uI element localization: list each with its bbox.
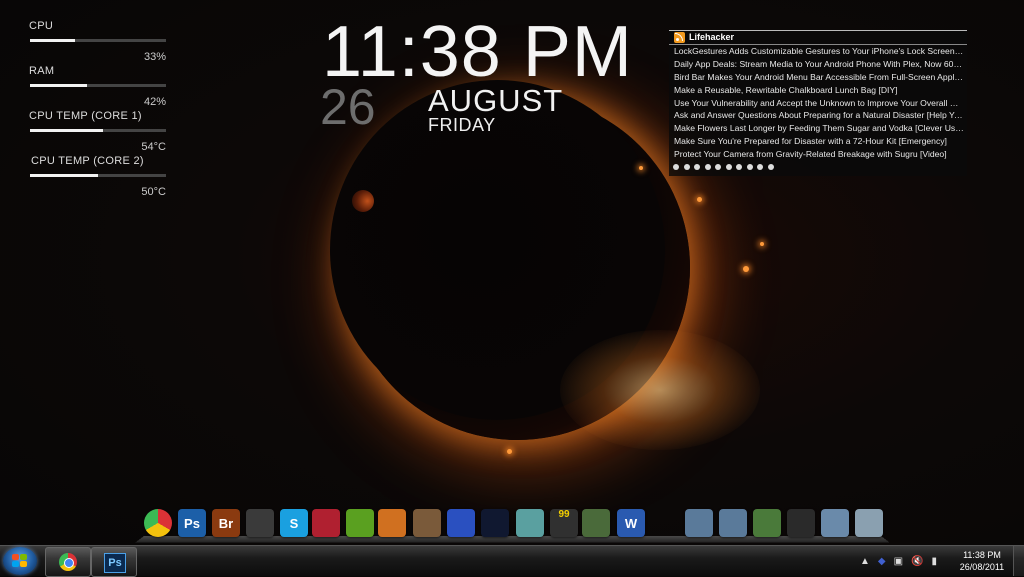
rss-item[interactable]: Make Sure You're Prepared for Disaster w… bbox=[674, 135, 964, 148]
windows-logo-icon bbox=[12, 554, 28, 568]
meter-label: CPU TEMP (CORE 1) bbox=[29, 110, 142, 122]
rss-item[interactable]: Protect Your Camera from Gravity-Related… bbox=[674, 148, 964, 161]
page-dot[interactable] bbox=[704, 164, 711, 170]
rss-item[interactable]: Make Flowers Last Longer by Feeding Them… bbox=[674, 122, 964, 135]
chrome-icon bbox=[59, 553, 77, 571]
show-hidden-icons-icon[interactable]: ▲ bbox=[860, 556, 870, 567]
wallpaper-flare bbox=[560, 330, 760, 450]
meter-value: 54°C bbox=[141, 141, 166, 153]
rss-feed-gadget[interactable]: Lifehacker LockGestures Adds Customizabl… bbox=[669, 30, 967, 176]
steam-icon[interactable] bbox=[246, 509, 274, 537]
window-icon[interactable] bbox=[516, 509, 544, 537]
system-tray: ▲ ◆ ▣ 🔇 ▮ bbox=[860, 552, 937, 570]
system-monitor-gadget[interactable]: CPU 33% RAM 42% CPU TEMP (CORE 1) 54°C C… bbox=[28, 20, 170, 200]
start-button[interactable] bbox=[3, 547, 37, 575]
monitor-icon[interactable] bbox=[582, 509, 610, 537]
cyberlink-icon[interactable] bbox=[312, 509, 340, 537]
photoshop-icon: Ps bbox=[104, 553, 126, 573]
network-icon[interactable]: ▮ bbox=[932, 556, 938, 567]
folder-files-icon[interactable] bbox=[821, 509, 849, 537]
chrome-icon[interactable] bbox=[144, 509, 172, 537]
wallpaper-moon bbox=[352, 190, 374, 212]
cpu-temp-core2-meter: CPU TEMP (CORE 2) 50°C bbox=[28, 155, 170, 200]
volume-muted-icon[interactable]: 🔇 bbox=[911, 556, 923, 567]
taskbar-clock[interactable]: 11:38 PM 26/08/2011 bbox=[956, 549, 1008, 573]
cpu-temp-core1-meter: CPU TEMP (CORE 1) 54°C bbox=[28, 110, 170, 155]
meter-track bbox=[30, 129, 166, 132]
rss-item[interactable]: Make a Reusable, Rewritable Chalkboard L… bbox=[674, 84, 964, 97]
playstation-icon[interactable] bbox=[481, 509, 509, 537]
photoshop-icon[interactable]: Ps bbox=[178, 509, 206, 537]
meter-track bbox=[30, 39, 166, 42]
rss-header: Lifehacker bbox=[669, 30, 967, 45]
application-dock: Ps Br S 99 W bbox=[135, 505, 890, 543]
meter-label: CPU TEMP (CORE 2) bbox=[31, 155, 144, 167]
bridge-icon[interactable]: Br bbox=[212, 509, 240, 537]
meter-value: 33% bbox=[143, 51, 166, 63]
page-dot[interactable] bbox=[715, 164, 721, 170]
taskbar-chrome-button[interactable] bbox=[45, 547, 91, 577]
rss-item[interactable]: Bird Bar Makes Your Android Menu Bar Acc… bbox=[674, 71, 964, 84]
meter-track bbox=[30, 174, 166, 177]
clock-day-number: 26 bbox=[320, 79, 376, 135]
tray-app-icon[interactable]: ◆ bbox=[878, 556, 886, 567]
taskbar: Ps ▲ ◆ ▣ 🔇 ▮ 11:38 PM 26/08/2011 bbox=[0, 545, 1024, 577]
folder-docs-icon[interactable] bbox=[719, 509, 747, 537]
recycle-bin-icon[interactable] bbox=[855, 509, 883, 537]
monitor-99-icon[interactable]: 99 bbox=[550, 509, 578, 537]
cpu-meter: CPU 33% bbox=[28, 20, 170, 65]
wallpaper-spark bbox=[743, 266, 749, 272]
ram-meter: RAM 42% bbox=[28, 65, 170, 110]
meter-fill bbox=[30, 174, 98, 177]
page-dot[interactable] bbox=[673, 164, 679, 170]
folder-games-icon[interactable] bbox=[753, 509, 781, 537]
page-dot[interactable] bbox=[725, 164, 732, 170]
wallpaper-spark bbox=[760, 242, 764, 246]
show-desktop-button[interactable] bbox=[1013, 546, 1024, 576]
page-dot[interactable] bbox=[757, 164, 763, 170]
rss-item[interactable]: Use Your Vulnerability and Accept the Un… bbox=[674, 97, 964, 110]
game-icon[interactable] bbox=[413, 509, 441, 537]
gamepad-icon[interactable] bbox=[787, 509, 815, 537]
meter-fill bbox=[30, 129, 104, 132]
clock-month: AUGUST bbox=[428, 83, 564, 118]
media-player-icon[interactable] bbox=[378, 509, 406, 537]
spotify-icon[interactable] bbox=[346, 509, 374, 537]
wallpaper-spark bbox=[507, 449, 512, 454]
clock-weekday: FRIDAY bbox=[428, 115, 496, 135]
rss-item-list: LockGestures Adds Customizable Gestures … bbox=[674, 45, 964, 161]
app-blue-icon[interactable] bbox=[447, 509, 475, 537]
rss-icon bbox=[674, 32, 685, 43]
rss-item[interactable]: LockGestures Adds Customizable Gestures … bbox=[674, 45, 964, 58]
meter-label: RAM bbox=[29, 65, 55, 77]
wallpaper-spark bbox=[639, 166, 643, 170]
rss-page-dots bbox=[673, 164, 774, 170]
page-dot[interactable] bbox=[767, 164, 774, 170]
meter-fill bbox=[30, 84, 88, 87]
meter-value: 42% bbox=[143, 96, 166, 108]
word-icon[interactable]: W bbox=[617, 509, 645, 537]
meter-track bbox=[30, 84, 166, 87]
taskbar-time: 11:38 PM bbox=[963, 550, 1001, 560]
taskbar-date: 26/08/2011 bbox=[959, 562, 1005, 572]
action-center-icon[interactable]: ▣ bbox=[894, 556, 903, 567]
folder-user-icon[interactable] bbox=[685, 509, 713, 537]
meter-label: CPU bbox=[29, 20, 54, 32]
taskbar-photoshop-button[interactable]: Ps bbox=[91, 547, 137, 577]
rss-item[interactable]: Ask and Answer Questions About Preparing… bbox=[674, 109, 964, 122]
skype-icon[interactable]: S bbox=[280, 509, 308, 537]
rss-feed-title: Lifehacker bbox=[689, 32, 735, 42]
page-dot[interactable] bbox=[736, 164, 742, 170]
page-dot[interactable] bbox=[746, 164, 753, 170]
page-dot[interactable] bbox=[694, 164, 700, 170]
meter-fill bbox=[30, 39, 75, 42]
wallpaper-spark bbox=[697, 197, 702, 202]
rss-item[interactable]: Daily App Deals: Stream Media to Your An… bbox=[674, 58, 964, 71]
page-dot[interactable] bbox=[683, 164, 690, 170]
meter-value: 50°C bbox=[141, 186, 166, 198]
